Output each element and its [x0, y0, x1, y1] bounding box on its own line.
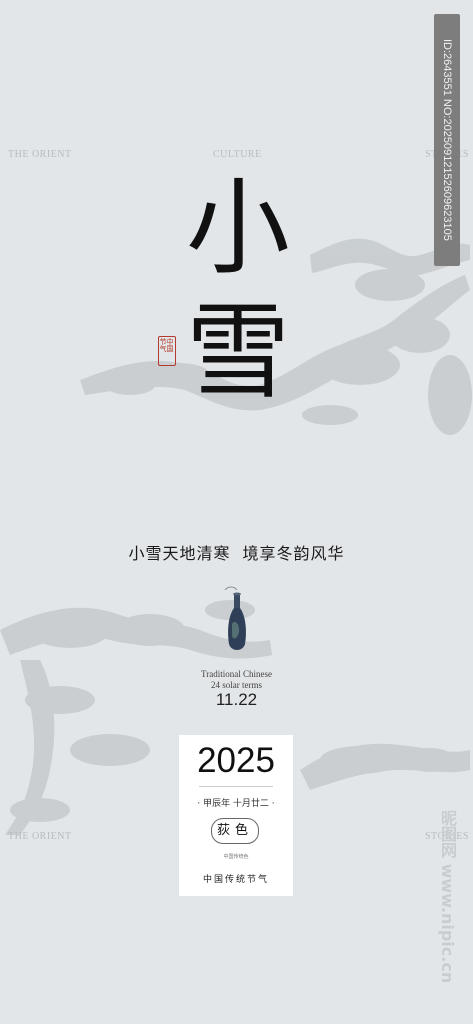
card-color-badge: 荻色: [211, 818, 259, 844]
calendar-card: 2025 · 甲辰年 十月廿二 · 荻色 中国传统色 中国传统节气: [179, 735, 293, 896]
card-lunar-date: · 甲辰年 十月廿二 ·: [197, 799, 275, 809]
seal-text-2: 中国: [166, 338, 174, 352]
card-footer: 中国传统节气: [202, 875, 269, 885]
vase-icon: [224, 586, 246, 650]
subtitle: 小雪天地清寒 境享冬韵风华: [0, 540, 473, 564]
watermark-id-text: ID:2643551 NO:20250912152609623105: [441, 39, 453, 241]
red-seal-stamp: 节气中国: [158, 336, 176, 366]
subtitle-part-2: 境享冬韵风华: [242, 544, 345, 563]
title-char-2: 雪: [186, 291, 291, 413]
corner-label-top-left: THE ORIENT: [8, 149, 72, 160]
english-caption: Traditional Chinese 24 solar terms: [0, 669, 473, 691]
card-year: 2025: [197, 741, 275, 780]
solar-term-date: 11.22: [215, 690, 258, 709]
card-divider: [199, 786, 273, 787]
english-line-1: Traditional Chinese: [201, 669, 272, 679]
watermark-site-logo: 昵图网 www.nipic.cn: [438, 810, 457, 984]
corner-label-top-center: CULTURE: [213, 149, 262, 160]
card-color-caption: 中国传统色: [223, 854, 249, 860]
corner-label-bottom-left: THE ORIENT: [8, 831, 72, 842]
title-char-1: 小: [186, 167, 291, 289]
subtitle-part-1: 小雪天地清寒: [128, 544, 231, 563]
